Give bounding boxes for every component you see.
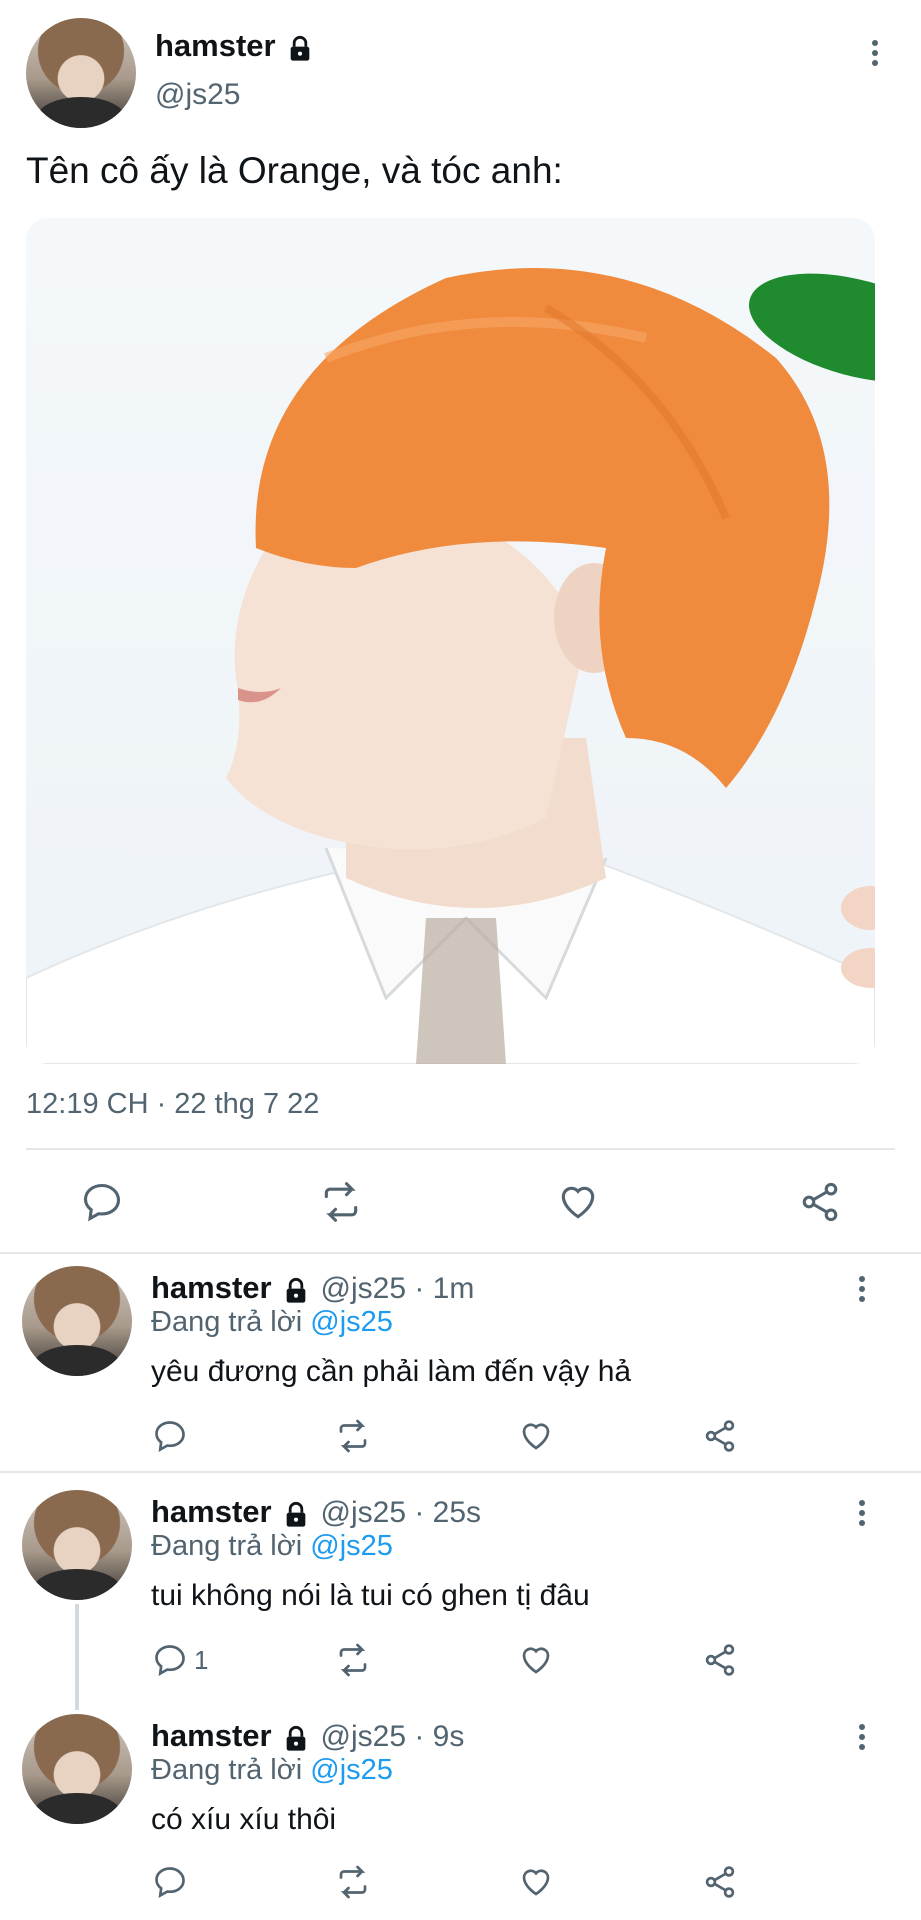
reply-text: tui không nói là tui có ghen tị đâu (151, 1579, 590, 1612)
share-icon (705, 1420, 735, 1452)
retweet-button[interactable] (318, 1180, 364, 1224)
reply-count: 1 (194, 1644, 209, 1675)
section-divider (0, 1471, 921, 1473)
avatar[interactable] (22, 1714, 132, 1824)
replying-to-mention[interactable]: @js25 (310, 1754, 393, 1786)
avatar[interactable] (22, 1490, 132, 1600)
avatar[interactable] (22, 1266, 132, 1376)
retweet-button[interactable] (334, 1864, 372, 1900)
replying-to-label: Đang trả lời (151, 1530, 303, 1562)
lock-icon (286, 35, 314, 68)
author-handle[interactable]: @js25 · 1m (321, 1272, 475, 1305)
author-handle[interactable]: @js25 · 25s (321, 1496, 482, 1529)
section-divider (0, 1252, 921, 1254)
retweet-icon (339, 1643, 367, 1677)
timestamp-divider (26, 1148, 895, 1150)
author-name[interactable]: hamster (151, 1494, 272, 1529)
retweet-icon (324, 1182, 358, 1222)
avatar[interactable] (26, 18, 136, 128)
like-button[interactable] (518, 1418, 554, 1454)
reply-icon (155, 1867, 185, 1898)
replying-to-mention[interactable]: @js25 (310, 1306, 393, 1338)
photo-illustration (26, 268, 875, 1064)
reply-icon (155, 1421, 185, 1452)
reply-text: yêu đương cần phải làm đến vậy hả (151, 1355, 632, 1388)
author-name[interactable]: hamster (155, 28, 276, 63)
share-button[interactable] (702, 1642, 738, 1678)
share-button[interactable] (798, 1180, 842, 1224)
author-name[interactable]: hamster (151, 1270, 272, 1305)
reply-text: có xíu xíu thôi (151, 1803, 337, 1836)
replying-to-label: Đang trả lời (151, 1306, 303, 1338)
like-button[interactable] (518, 1642, 554, 1678)
retweet-icon (339, 1865, 367, 1899)
like-icon (561, 1186, 595, 1219)
author-handle[interactable]: @js25 (155, 78, 241, 112)
share-icon (705, 1866, 735, 1898)
reply-button[interactable] (152, 1418, 188, 1454)
like-button[interactable] (518, 1864, 554, 1900)
reply-icon (155, 1645, 185, 1676)
author-handle[interactable]: @js25 · 9s (321, 1720, 465, 1753)
more-icon[interactable] (858, 1272, 866, 1306)
replying-to: Đang trả lời @js25 (151, 1306, 393, 1339)
retweet-button[interactable] (334, 1418, 372, 1454)
retweet-icon (339, 1419, 367, 1453)
share-icon (705, 1644, 735, 1676)
tweet-timestamp[interactable]: 12:19 CH · 22 thg 7 22 (26, 1088, 319, 1121)
reply-button[interactable] (80, 1180, 124, 1224)
like-icon (522, 1869, 550, 1896)
reply-header: hamster @js25 · 1m (151, 1270, 474, 1310)
author-row: hamster (155, 28, 314, 68)
thread-line (75, 1604, 79, 1710)
retweet-button[interactable] (334, 1642, 372, 1678)
reply-header: hamster @js25 · 25s (151, 1494, 481, 1534)
more-icon[interactable] (871, 36, 879, 70)
replying-to-mention[interactable]: @js25 (310, 1530, 393, 1562)
replying-to: Đang trả lời @js25 (151, 1530, 393, 1563)
reply-button[interactable] (152, 1864, 188, 1900)
like-icon (522, 1647, 550, 1674)
reply-icon (83, 1183, 121, 1222)
share-button[interactable] (702, 1418, 738, 1454)
share-button[interactable] (702, 1864, 738, 1900)
like-button[interactable] (556, 1180, 600, 1224)
share-icon (802, 1182, 838, 1222)
reply-button[interactable]: 1 (152, 1642, 208, 1678)
tweet-text: Tên cô ấy là Orange, và tóc anh: (26, 150, 563, 191)
more-icon[interactable] (858, 1496, 866, 1530)
author-name[interactable]: hamster (151, 1718, 272, 1753)
replying-to-label: Đang trả lời (151, 1754, 303, 1786)
replying-to: Đang trả lời @js25 (151, 1754, 393, 1787)
like-icon (522, 1423, 550, 1450)
more-icon[interactable] (858, 1720, 866, 1754)
tweet-photo[interactable] (26, 218, 875, 1064)
reply-header: hamster @js25 · 9s (151, 1718, 464, 1758)
